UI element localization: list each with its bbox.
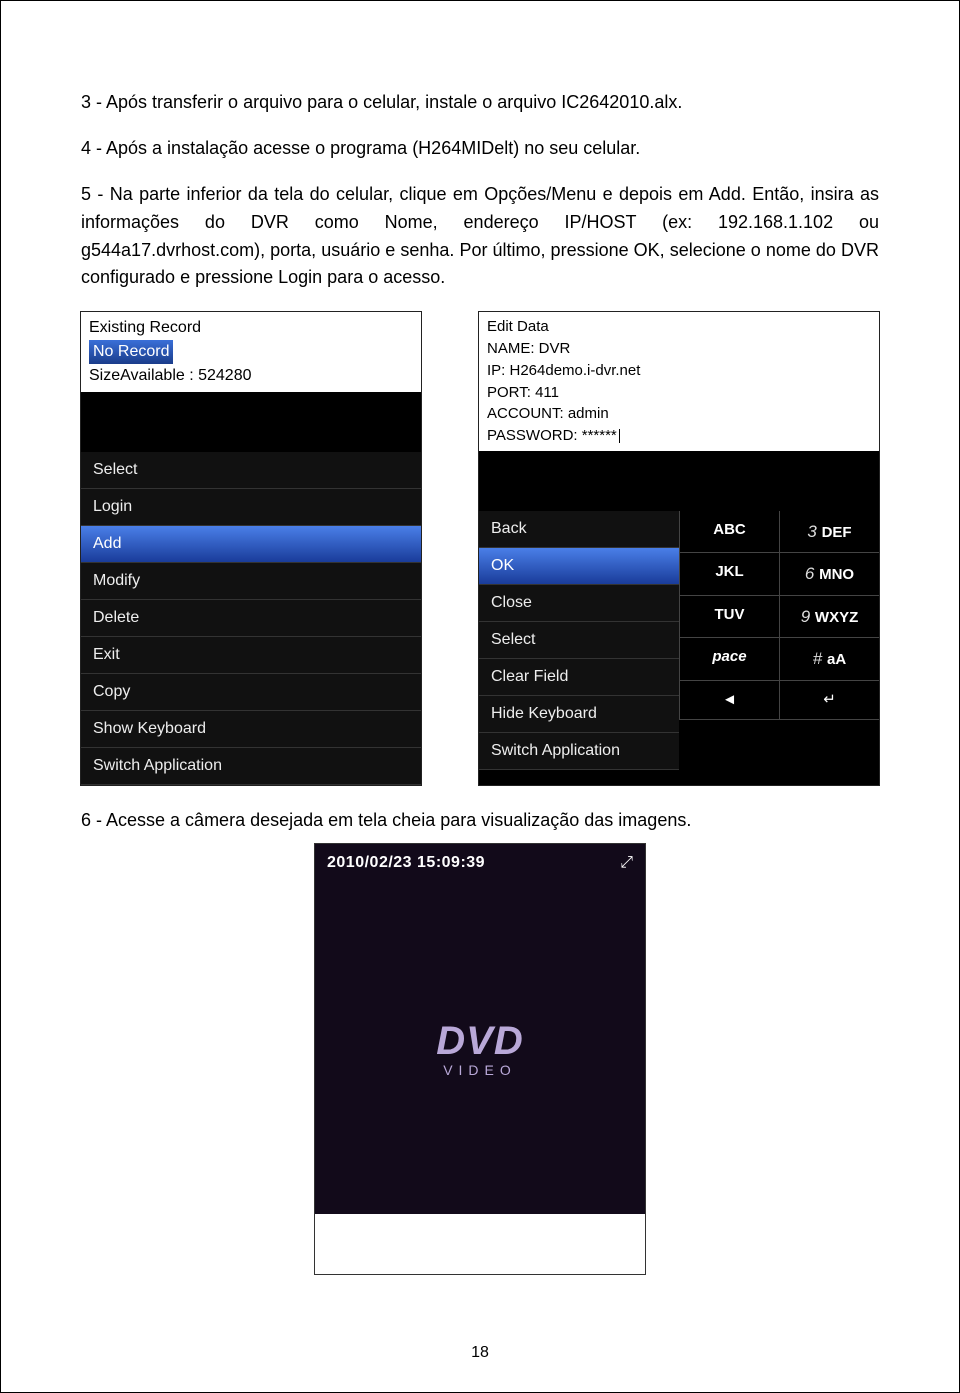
options-menu-1: Select Login Add Modify Delete Exit Copy…	[81, 452, 421, 785]
menu-hide-keyboard[interactable]: Hide Keyboard	[479, 696, 679, 733]
edit-data-title: Edit Data	[487, 316, 871, 338]
video-area: DVD VIDEO	[315, 882, 645, 1214]
key-space[interactable]: pace	[679, 638, 779, 680]
options-menu-2: Back OK Close Select Clear Field Hide Ke…	[479, 511, 679, 770]
key-3[interactable]: 3 DEF	[779, 511, 879, 553]
black-spacer	[81, 392, 421, 452]
menu-select-2[interactable]: Select	[479, 622, 679, 659]
key-9[interactable]: 9 WXYZ	[779, 596, 879, 638]
menu-show-keyboard[interactable]: Show Keyboard	[81, 711, 421, 748]
field-password: PASSWORD: ******	[487, 425, 871, 447]
field-account: ACCOUNT: admin	[487, 403, 871, 425]
menu-back[interactable]: Back	[479, 511, 679, 548]
key-enter-icon[interactable]: ↵	[779, 681, 879, 720]
menu-copy[interactable]: Copy	[81, 674, 421, 711]
key-left-arrow-icon[interactable]: ◄	[679, 681, 779, 720]
field-name: NAME: DVR	[487, 338, 871, 360]
key-row-4: pace # aA	[679, 638, 879, 681]
screenshots-row: Existing Record No Record SizeAvailable …	[81, 312, 879, 785]
expand-icon[interactable]: ⤢	[620, 854, 633, 872]
phone-screenshot-1: Existing Record No Record SizeAvailable …	[81, 312, 421, 785]
dvd-logo-sub: VIDEO	[443, 1062, 517, 1078]
phone-screenshot-2: Edit Data NAME: DVR IP: H264demo.i-dvr.n…	[479, 312, 879, 785]
page: 3 - Após transferir o arquivo para o cel…	[0, 0, 960, 1393]
size-available: SizeAvailable : 524280	[89, 364, 413, 388]
key-hash[interactable]: # aA	[779, 638, 879, 680]
paragraph-3: 3 - Após transferir o arquivo para o cel…	[81, 89, 879, 117]
bottom-white-bar	[315, 1214, 645, 1274]
keypad: ABC 3 DEF JKL 6 MNO TUV 9 WXYZ pace # aA	[679, 511, 879, 770]
edit-data-panel: Edit Data NAME: DVR IP: H264demo.i-dvr.n…	[479, 312, 879, 451]
key-row-5: ◄ ↵	[679, 681, 879, 721]
menu-login[interactable]: Login	[81, 489, 421, 526]
paragraph-6: 6 - Acesse a câmera desejada em tela che…	[81, 810, 879, 831]
menu-switch-application-2[interactable]: Switch Application	[479, 733, 679, 770]
menu-switch-application[interactable]: Switch Application	[81, 748, 421, 785]
menu-ok[interactable]: OK	[479, 548, 679, 585]
no-record-selected: No Record	[89, 340, 173, 364]
page-number: 18	[1, 1344, 959, 1362]
key-6[interactable]: 6 MNO	[779, 553, 879, 595]
key-tuv[interactable]: TUV	[679, 596, 779, 638]
key-row-3: TUV 9 WXYZ	[679, 596, 879, 639]
key-row-1: ABC 3 DEF	[679, 511, 879, 554]
menu-clear-field[interactable]: Clear Field	[479, 659, 679, 696]
existing-record-title: Existing Record	[89, 316, 413, 340]
key-abc[interactable]: ABC	[679, 511, 779, 553]
paragraph-5: 5 - Na parte inferior da tela do celular…	[81, 181, 879, 293]
phone2-lower: Back OK Close Select Clear Field Hide Ke…	[479, 511, 879, 770]
black-spacer-2	[479, 451, 879, 511]
menu-exit[interactable]: Exit	[81, 637, 421, 674]
existing-record-panel: Existing Record No Record SizeAvailable …	[81, 312, 421, 392]
menu-add[interactable]: Add	[81, 526, 421, 563]
key-row-2: JKL 6 MNO	[679, 553, 879, 596]
key-jkl[interactable]: JKL	[679, 553, 779, 595]
phone-screenshot-3: 2010/02/23 15:09:39 ⤢ DVD VIDEO	[314, 843, 646, 1275]
timestamp: 2010/02/23 15:09:39	[315, 844, 645, 882]
menu-close[interactable]: Close	[479, 585, 679, 622]
dvd-logo: DVD	[436, 1019, 523, 1064]
field-ip: IP: H264demo.i-dvr.net	[487, 360, 871, 382]
menu-modify[interactable]: Modify	[81, 563, 421, 600]
menu-delete[interactable]: Delete	[81, 600, 421, 637]
menu-select[interactable]: Select	[81, 452, 421, 489]
paragraph-4: 4 - Após a instalação acesse o programa …	[81, 135, 879, 163]
field-port: PORT: 411	[487, 382, 871, 404]
